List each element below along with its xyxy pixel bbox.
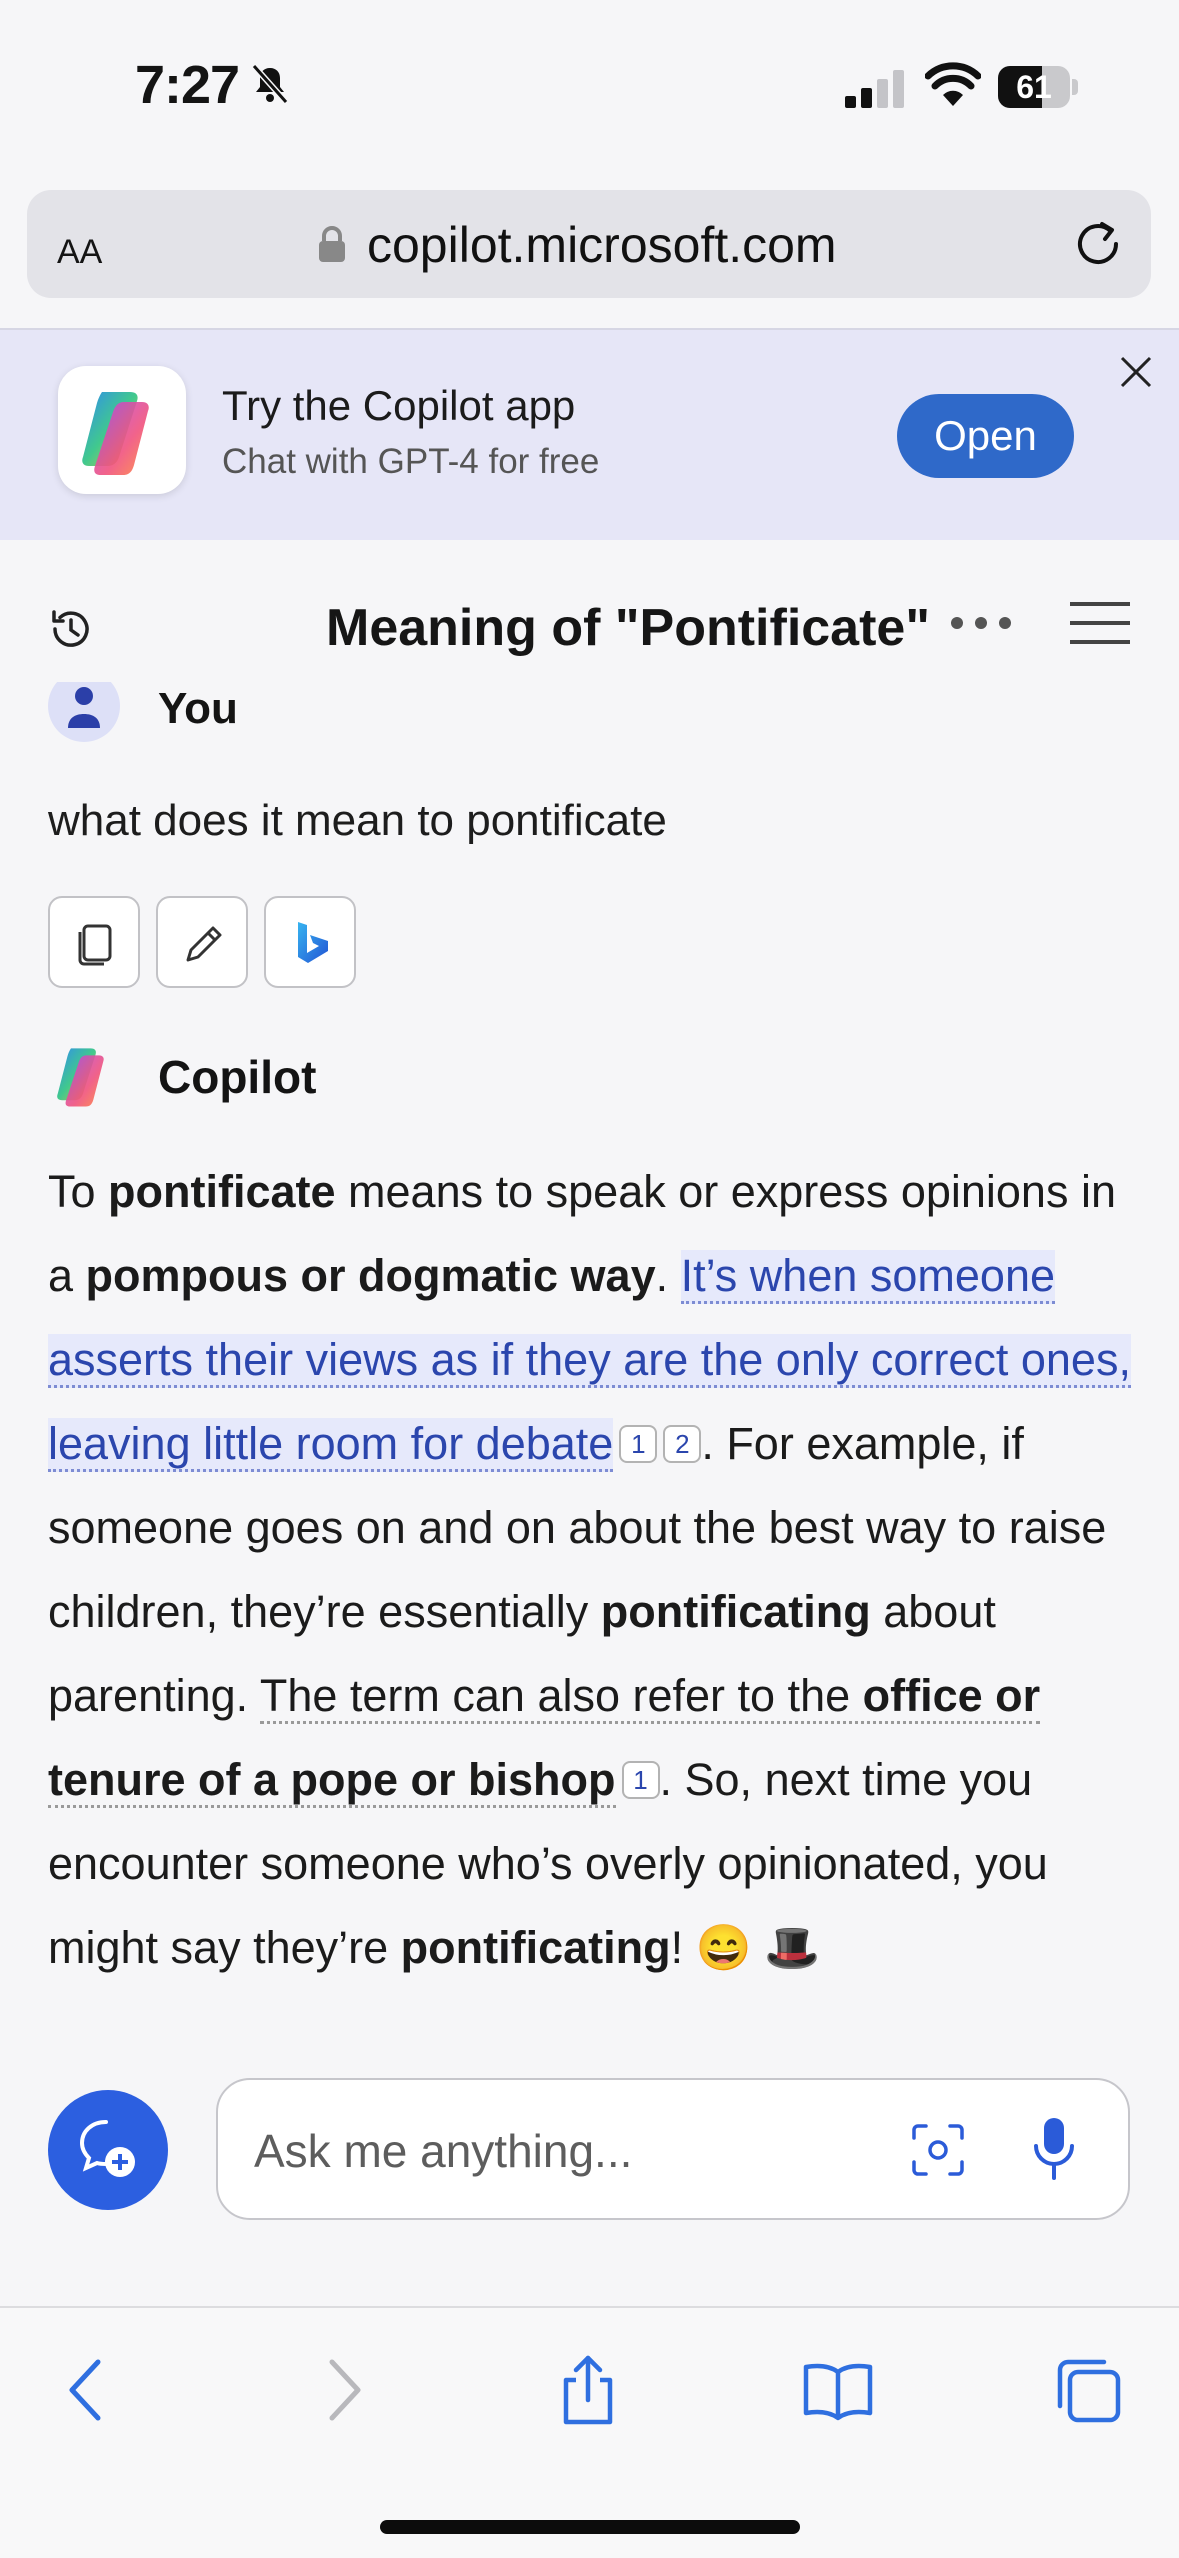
response-bold: pontificate — [108, 1166, 336, 1217]
text-size-label: AA — [57, 233, 103, 271]
lock-icon — [319, 226, 345, 262]
close-icon[interactable] — [1114, 350, 1158, 394]
share-icon[interactable] — [552, 2354, 624, 2426]
battery-percent: 61 — [1016, 69, 1052, 105]
battery-indicator: 61 — [998, 66, 1078, 108]
signal-icon — [845, 70, 904, 108]
banner-title: Try the Copilot app — [222, 382, 576, 429]
tabs-icon[interactable] — [1052, 2354, 1124, 2426]
status-bar: 7:27 61 — [0, 0, 1179, 170]
chat-header: Meaning of "Pontificate" — [0, 540, 1179, 670]
chat-title: Meaning of "Pontificate" — [326, 599, 930, 657]
response-bold: pontificating — [400, 1922, 671, 1973]
response-text: . — [655, 1250, 681, 1301]
reload-icon[interactable] — [1072, 218, 1124, 270]
response-bold: pompous or dogmatic way — [85, 1250, 656, 1301]
banner-subtitle: Chat with GPT-4 for free — [222, 442, 600, 481]
response-text: ! 😄 🎩 — [670, 1922, 821, 1973]
citation-badge[interactable]: 1 — [621, 1761, 660, 1799]
app-promo-banner: Try the Copilot app Chat with GPT-4 for … — [0, 328, 1179, 540]
back-icon[interactable] — [52, 2354, 124, 2426]
url-text[interactable]: copilot.microsoft.com — [367, 216, 837, 274]
chat-input[interactable]: Ask me anything... — [216, 2078, 1130, 2220]
text-size-button[interactable]: AA — [57, 220, 102, 274]
more-icon[interactable] — [948, 610, 1014, 636]
mic-icon[interactable] — [1030, 2116, 1078, 2182]
copy-icon — [78, 924, 112, 966]
response-text: The term can also refer to the — [259, 1670, 863, 1721]
new-chat-button[interactable] — [48, 2090, 168, 2210]
status-time: 7:27 — [135, 55, 240, 115]
bing-search-button[interactable] — [264, 896, 356, 988]
browser-toolbar — [0, 2306, 1179, 2558]
home-indicator — [380, 2520, 800, 2534]
open-app-button[interactable]: Open — [897, 394, 1074, 478]
bookmarks-icon[interactable] — [802, 2354, 874, 2426]
citation-badge[interactable]: 2 — [663, 1425, 702, 1463]
copilot-response: To pontificate means to speak or express… — [48, 1150, 1148, 2016]
citation-badge[interactable]: 1 — [619, 1425, 658, 1463]
user-avatar — [48, 682, 120, 742]
address-bar[interactable]: AA copilot.microsoft.com — [27, 190, 1151, 298]
copilot-author-label: Copilot — [158, 1051, 317, 1103]
scroll-fade — [0, 1980, 1179, 2020]
chat-input-placeholder: Ask me anything... — [254, 2125, 633, 2177]
edit-icon — [186, 926, 222, 962]
copilot-app-icon — [58, 366, 186, 494]
history-icon[interactable] — [46, 604, 96, 654]
wifi-icon — [925, 62, 981, 106]
user-author-label: You — [158, 684, 238, 733]
menu-icon[interactable] — [1068, 598, 1132, 648]
bell-slash-icon — [251, 64, 289, 104]
response-text: To — [48, 1166, 109, 1217]
edit-button[interactable] — [156, 896, 248, 988]
camera-icon[interactable] — [910, 2122, 966, 2178]
copilot-logo-icon — [57, 1048, 104, 1107]
user-message-text: what does it mean to pontificate — [48, 796, 667, 845]
bing-icon — [298, 922, 328, 963]
forward-icon[interactable] — [306, 2354, 378, 2426]
response-bold: pontificating — [600, 1586, 871, 1637]
new-chat-icon — [79, 2120, 135, 2177]
copy-button[interactable] — [48, 896, 140, 988]
